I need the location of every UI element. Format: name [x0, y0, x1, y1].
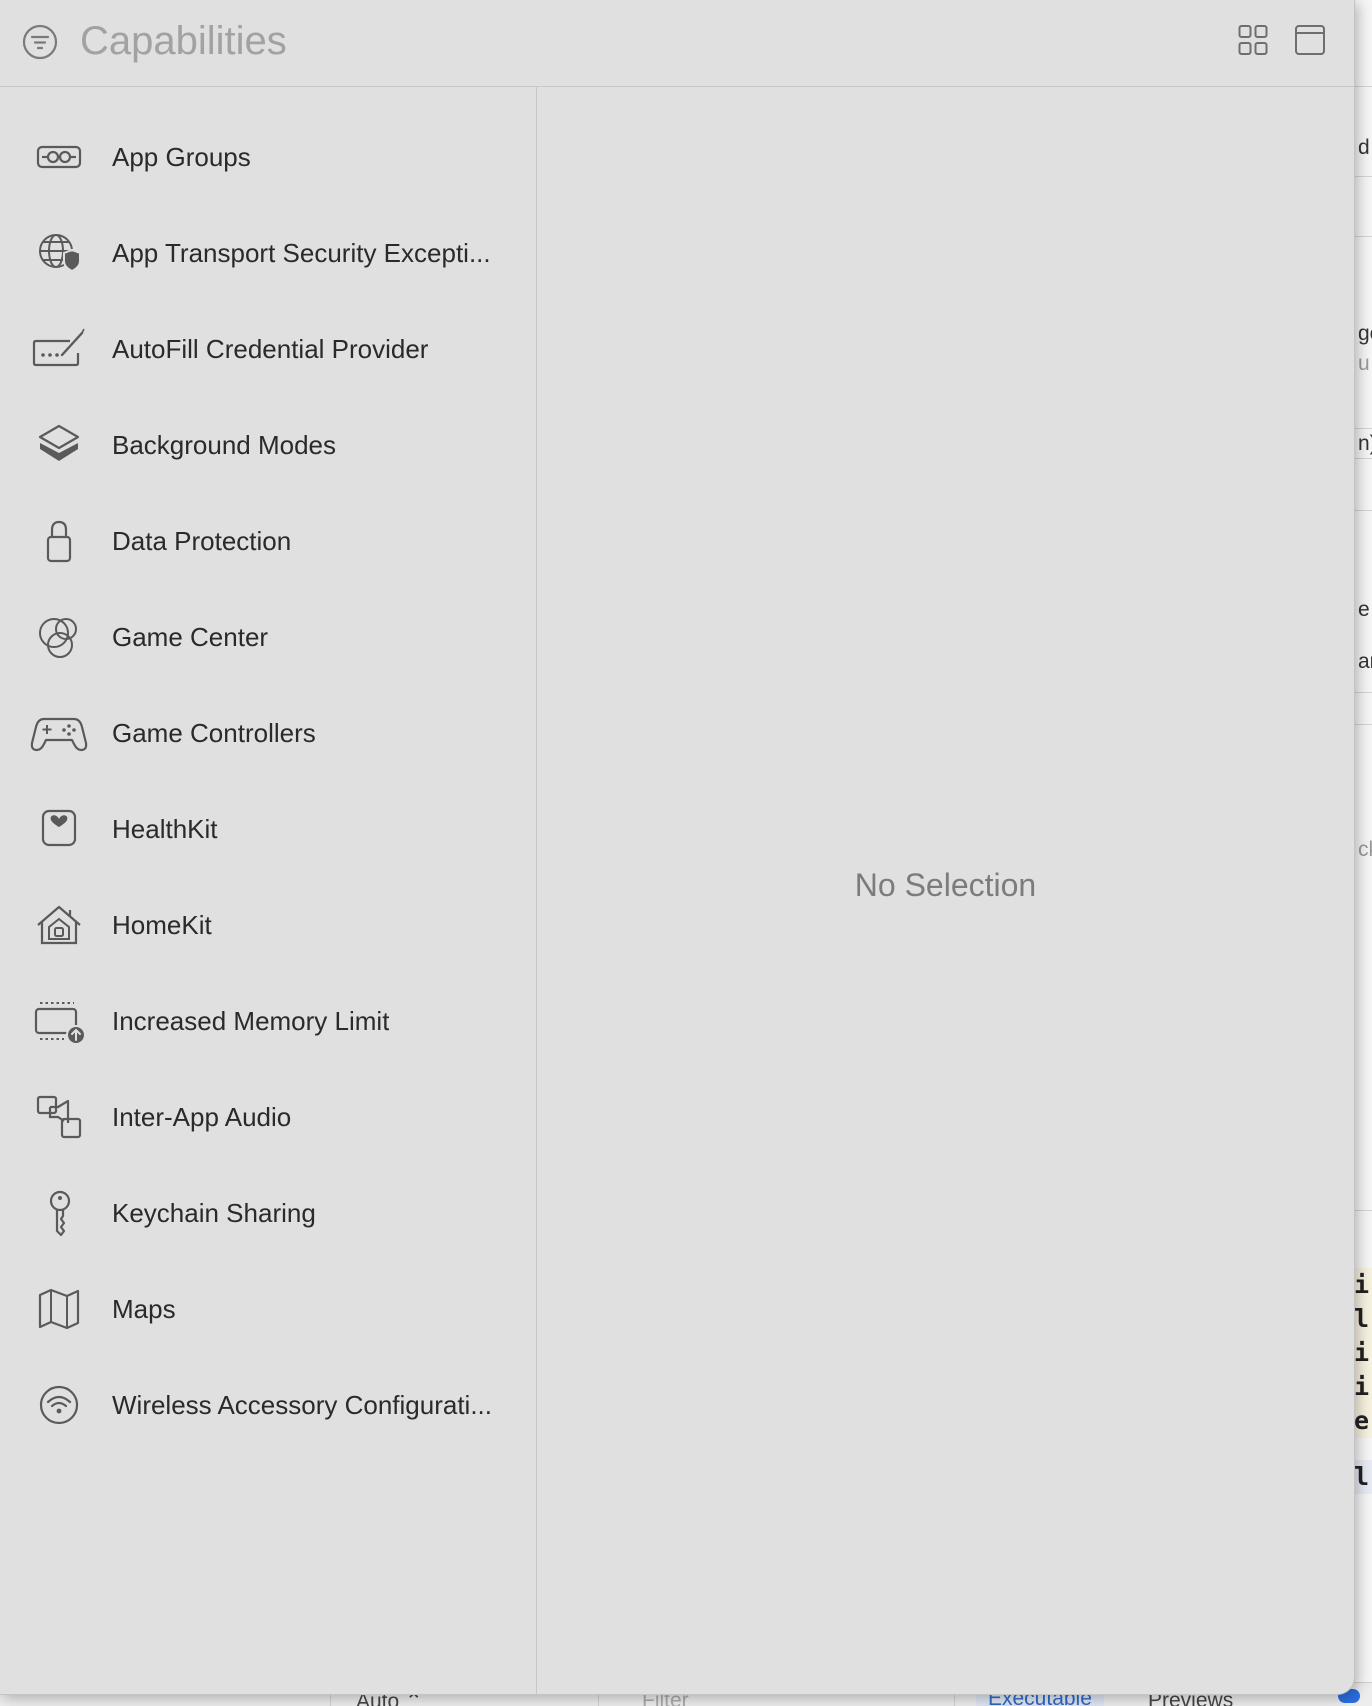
capability-item-homekit[interactable]: HomeKit [0, 877, 536, 973]
screen: d ge u n) e ar ck i l i i e l Auto ⌃ Fil… [0, 0, 1372, 1706]
game-center-bubbles-icon [30, 613, 88, 661]
bg-text-fragment: u [1358, 352, 1370, 375]
capability-item-inter-app-audio[interactable]: Inter-App Audio [0, 1069, 536, 1165]
key-icon [30, 1189, 88, 1237]
capability-label: HomeKit [112, 910, 212, 940]
health-heart-icon [30, 805, 88, 853]
capability-label: App Transport Security Excepti... [112, 238, 491, 268]
capability-item-keychain-sharing[interactable]: Keychain Sharing [0, 1165, 536, 1261]
app-groups-icon [30, 133, 88, 181]
capability-item-app-transport-security[interactable]: App Transport Security Excepti... [0, 205, 536, 301]
capabilities-sheet: Capabilities App Groups App Transport Se… [0, 0, 1355, 1695]
keyboard-pen-icon [30, 325, 88, 373]
capability-label: App Groups [112, 142, 251, 172]
capability-label: Game Controllers [112, 718, 316, 748]
sheet-header: Capabilities [0, 0, 1354, 87]
capability-label: Increased Memory Limit [112, 1006, 390, 1036]
capability-item-wireless-accessory-configuration[interactable]: Wireless Accessory Configurati... [0, 1357, 536, 1453]
capability-list: App Groups App Transport Security Except… [0, 87, 537, 1694]
capability-item-healthkit[interactable]: HealthKit [0, 781, 536, 877]
window-layout-icon[interactable] [1294, 24, 1326, 56]
stacked-layers-icon [30, 421, 88, 469]
bg-text-fragment: e [1358, 598, 1370, 621]
grid-view-icon[interactable] [1238, 24, 1268, 56]
bg-text-fragment: ck [1358, 838, 1372, 861]
gamepad-icon [30, 709, 88, 757]
capability-label: Wireless Accessory Configurati... [112, 1390, 493, 1420]
capability-item-game-controllers[interactable]: Game Controllers [0, 685, 536, 781]
capability-item-app-groups[interactable]: App Groups [0, 109, 536, 205]
capabilities-search-field[interactable]: Capabilities [80, 16, 287, 66]
globe-shield-icon [30, 229, 88, 277]
detail-panel: No Selection [537, 87, 1354, 1694]
capability-item-increased-memory-limit[interactable]: Increased Memory Limit [0, 973, 536, 1069]
capability-label: HealthKit [112, 814, 218, 844]
bg-text-fragment: n) [1358, 432, 1372, 455]
memory-arrow-up-icon [30, 997, 88, 1045]
capability-label: Maps [112, 1294, 176, 1324]
bg-text-fragment: d [1358, 136, 1370, 159]
lock-icon [30, 517, 88, 565]
wifi-icon [30, 1381, 88, 1429]
home-icon [30, 901, 88, 949]
map-icon [30, 1285, 88, 1333]
audio-speaker-icon [30, 1093, 88, 1141]
bg-text-fragment: ge [1358, 322, 1372, 345]
capability-item-game-center[interactable]: Game Center [0, 589, 536, 685]
capability-label: AutoFill Credential Provider [112, 334, 429, 364]
bg-text-fragment: ar [1358, 650, 1372, 673]
no-selection-label: No Selection [854, 867, 1037, 903]
capability-label: Background Modes [112, 430, 337, 460]
filter-icon[interactable] [22, 24, 58, 60]
capability-item-background-modes[interactable]: Background Modes [0, 397, 536, 493]
capability-item-autofill-credential-provider[interactable]: AutoFill Credential Provider [0, 301, 536, 397]
capability-item-maps[interactable]: Maps [0, 1261, 536, 1357]
capability-label: Inter-App Audio [112, 1102, 292, 1132]
capability-item-data-protection[interactable]: Data Protection [0, 493, 536, 589]
capability-label: Keychain Sharing [112, 1198, 316, 1228]
capability-label: Game Center [112, 622, 269, 652]
capability-label: Data Protection [112, 526, 292, 556]
